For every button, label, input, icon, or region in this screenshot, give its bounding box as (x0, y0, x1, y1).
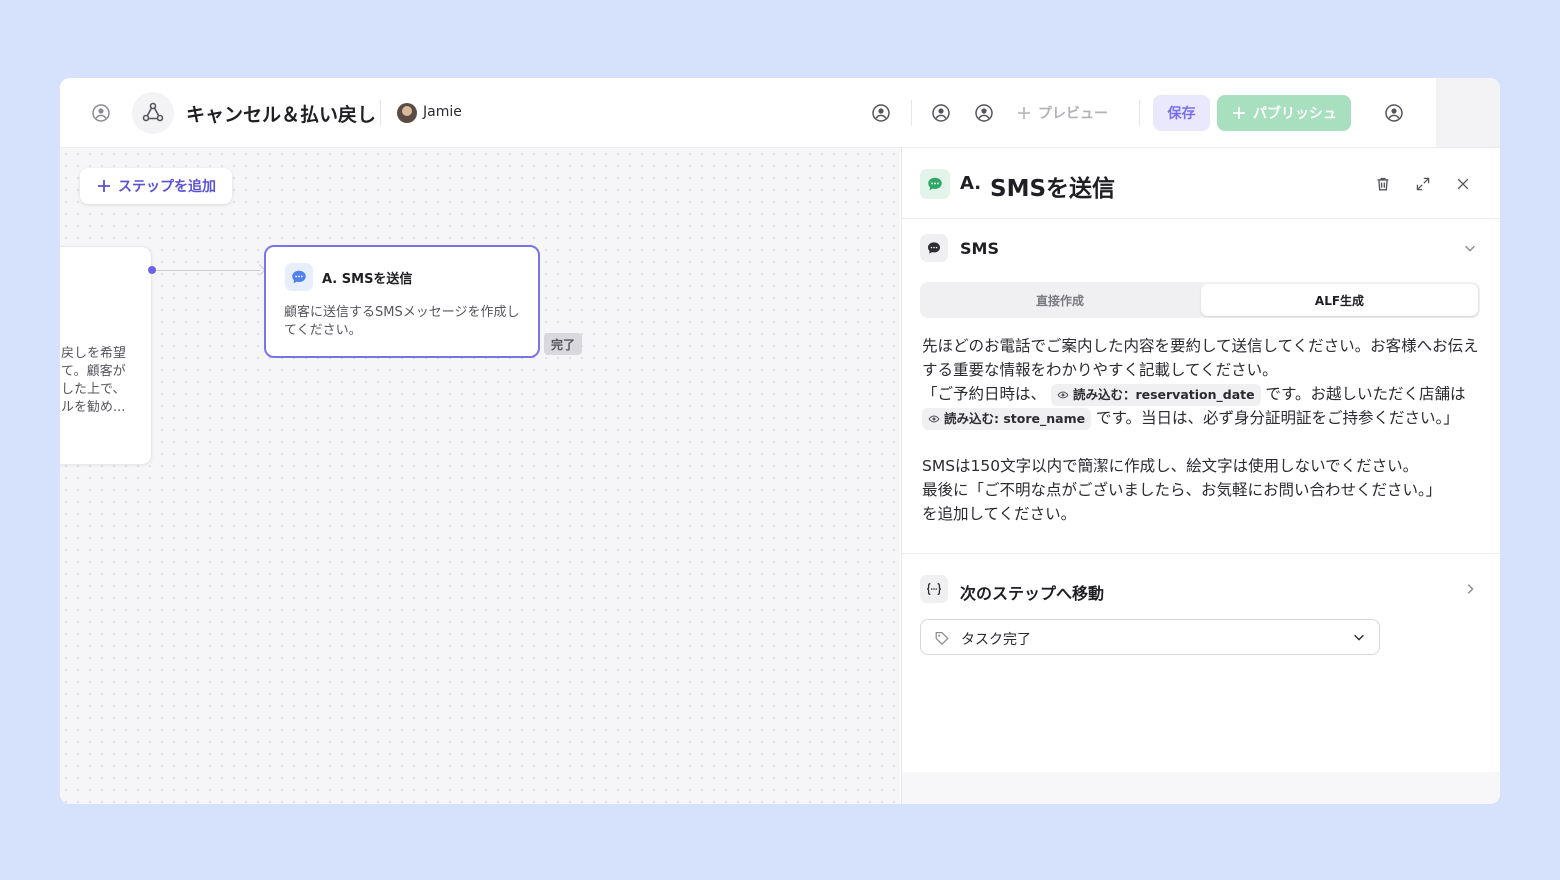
chip-label: 読み込む：reservation_date (1072, 386, 1255, 402)
eye-icon (928, 414, 940, 423)
divider (1139, 100, 1140, 126)
panel-title[interactable]: SMSを送信 (990, 169, 1115, 203)
user-circle-icon[interactable] (870, 102, 892, 124)
app-window: キャンセル＆払い戻し Jamie プレビュー 保存 パブリッシュ ステップを追加… (60, 78, 1500, 804)
chat-bubble-icon (920, 169, 950, 199)
node-description: 顧客に送信するSMSメッセージを作成してください。 (284, 305, 520, 338)
tab-direct-compose[interactable]: 直接作成 (920, 282, 1200, 318)
previous-node-description: 戻しを希望 て。顧客が した上で、 ルを勧め... (61, 346, 127, 415)
step-detail-panel: A. SMSを送信 SMS 直接作成 ALF生成 先ほどのお電話でご案内した内容… (901, 148, 1500, 804)
connection-edge (156, 270, 260, 271)
prompt-line: SMSは150文字以内で簡潔に作成し、絵文字は使用しないでください。 (922, 457, 1419, 475)
add-step-button[interactable]: ステップを追加 (80, 168, 232, 204)
preview-button[interactable]: プレビュー (1016, 100, 1108, 126)
sms-section-title: SMS (960, 239, 999, 258)
workflow-logo-icon (132, 92, 174, 134)
close-icon[interactable] (1453, 174, 1473, 194)
variable-braces-icon (920, 575, 948, 603)
panel-footer (902, 772, 1500, 804)
tab-alf-generate[interactable]: ALF生成 (1201, 284, 1478, 316)
save-button[interactable]: 保存 (1153, 95, 1210, 131)
avatar (397, 103, 417, 123)
next-step-select[interactable]: タスク完了 (920, 619, 1380, 655)
section-divider (902, 553, 1500, 554)
trash-icon[interactable] (1373, 174, 1393, 194)
tag-icon (933, 629, 951, 647)
prompt-line: を追加してください。 (922, 505, 1077, 523)
prompt-editor[interactable]: 先ほどのお電話でご案内した内容を要約して送信してください。お客様へお伝えする重要… (922, 334, 1484, 526)
step-node-send-sms[interactable]: A. SMSを送信 顧客に送信するSMSメッセージを作成してください。 (264, 245, 540, 358)
preview-label: プレビュー (1038, 106, 1108, 122)
status-badge: 完了 (544, 333, 582, 355)
expand-icon[interactable] (1413, 174, 1433, 194)
publish-button[interactable]: パブリッシュ (1217, 95, 1351, 131)
variable-chip-reservation-date[interactable]: 読み込む：reservation_date (1050, 383, 1261, 406)
step-letter: A. (960, 173, 982, 194)
plus-icon (98, 180, 110, 192)
prompt-line: 最後に「ご不明な点がございましたら、お気軽にお問い合わせください。」 (922, 481, 1442, 499)
workflow-title[interactable]: キャンセル＆払い戻し (186, 100, 376, 127)
select-value: タスク完了 (961, 632, 1031, 648)
chevron-down-icon (1351, 629, 1367, 645)
user-circle-icon[interactable] (90, 102, 112, 124)
publish-label: パブリッシュ (1253, 106, 1337, 122)
panel-header: A. SMSを送信 (902, 148, 1500, 219)
prompt-text: です。当日は、必ず身分証明証をご持参ください。」 (1096, 409, 1459, 427)
node-title: A. SMSを送信 (322, 272, 413, 287)
previous-step-node[interactable]: 戻しを希望 て。顧客が した上で、 ルを勧め... (60, 246, 152, 465)
chat-bubble-icon (920, 234, 948, 262)
divider (911, 100, 912, 126)
chevron-down-icon[interactable] (1461, 239, 1479, 257)
user-name: Jamie (423, 104, 462, 120)
top-bar: キャンセル＆払い戻し Jamie プレビュー 保存 パブリッシュ (60, 78, 1436, 148)
chat-bubble-icon (285, 263, 313, 291)
add-step-label: ステップを追加 (118, 179, 216, 195)
user-circle-icon[interactable] (1383, 102, 1405, 124)
plus-icon (1233, 107, 1245, 119)
user-circle-icon[interactable] (930, 102, 952, 124)
connection-port[interactable] (148, 266, 156, 274)
divider (380, 100, 381, 126)
user-circle-icon[interactable] (973, 102, 995, 124)
variable-chip-store-name[interactable]: 読み込む: store_name (922, 407, 1092, 430)
prompt-text: です。お越しいただく店舗は (1265, 385, 1466, 403)
workflow-canvas[interactable]: ステップを追加 戻しを希望 て。顧客が した上で、 ルを勧め... A. SMS… (60, 148, 900, 804)
compose-mode-toggle: 直接作成 ALF生成 (920, 282, 1480, 318)
chevron-right-icon[interactable] (1461, 580, 1479, 598)
prompt-text: 「ご予約日時は、 (922, 385, 1047, 403)
next-step-title: 次のステップへ移動 (960, 584, 1105, 603)
prompt-line: 「ご予約日時は、 読み込む：reservation_date です。お越しいただ… (922, 382, 1484, 430)
prompt-line: 先ほどのお電話でご案内した内容を要約して送信してください。お客様へお伝えする重要… (922, 337, 1479, 379)
header-strip (1436, 78, 1500, 148)
chip-label: 読み込む: store_name (944, 410, 1086, 426)
plus-icon (1018, 107, 1030, 119)
eye-icon (1057, 390, 1069, 399)
